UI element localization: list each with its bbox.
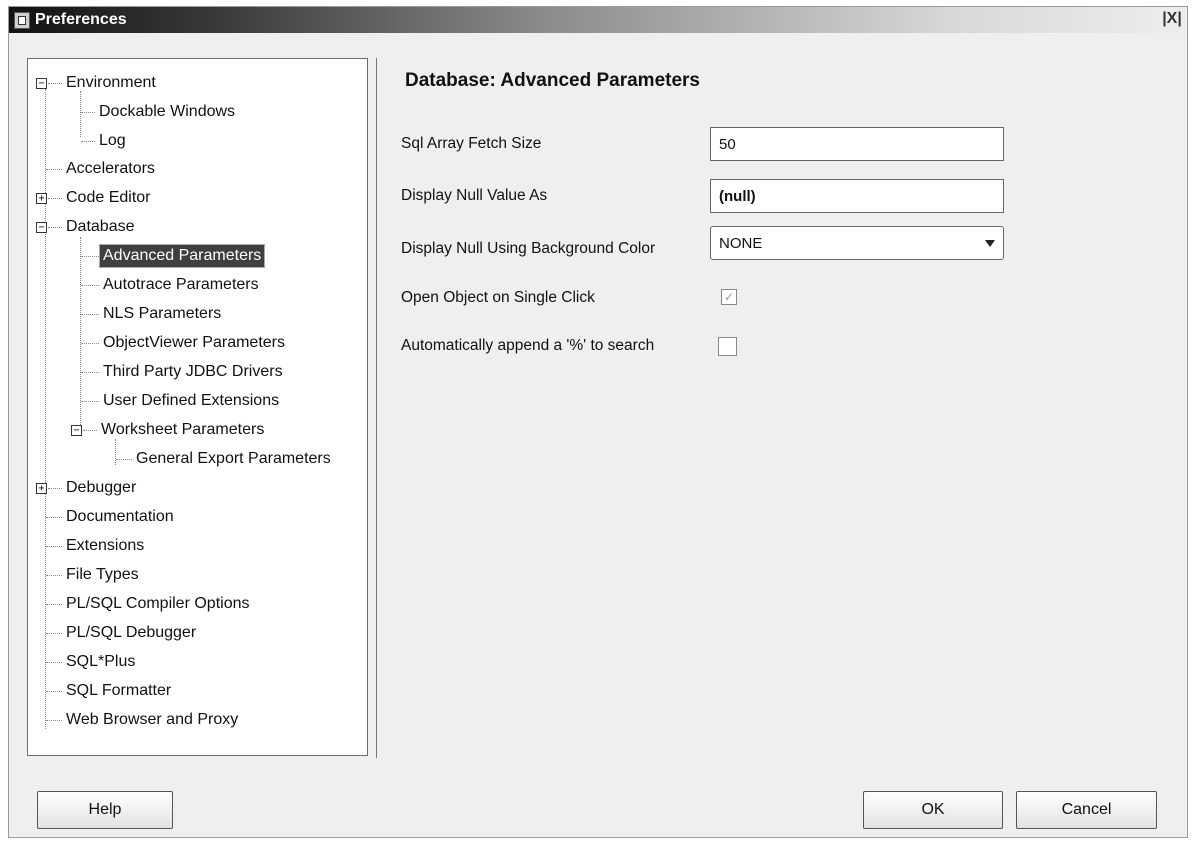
single-click-checkbox[interactable]: ✓ xyxy=(721,289,737,305)
tree-item-log[interactable]: Log xyxy=(28,130,129,152)
tree-item-label: File Types xyxy=(66,566,139,583)
tree-item-advanced-parameters[interactable]: Advanced Parameters xyxy=(28,244,266,268)
tree-item-web-browser-and-proxy[interactable]: Web Browser and Proxy xyxy=(28,709,241,731)
null-value-input[interactable]: (null) xyxy=(710,179,1004,213)
title-bar[interactable]: Preferences |X| xyxy=(9,7,1187,33)
tree-item-label: Database xyxy=(66,218,135,235)
collapse-icon[interactable]: − xyxy=(36,78,47,89)
tree-item-label: Autotrace Parameters xyxy=(103,276,259,293)
single-click-label: Open Object on Single Click xyxy=(401,289,595,306)
tree-item-nls-parameters[interactable]: NLS Parameters xyxy=(28,303,224,325)
tree-item-label: PL/SQL Debugger xyxy=(66,624,197,641)
tree-item-sql-formatter[interactable]: SQL Formatter xyxy=(28,680,174,702)
tree-item-documentation[interactable]: Documentation xyxy=(28,506,177,528)
tree-item-label: Advanced Parameters xyxy=(98,244,266,268)
close-button[interactable]: |X| xyxy=(1161,10,1183,28)
tree-item-debugger[interactable]: + Debugger xyxy=(28,477,139,499)
tree-item-dockable-windows[interactable]: Dockable Windows xyxy=(28,101,238,123)
tree-item-worksheet-parameters[interactable]: − Worksheet Parameters xyxy=(28,419,267,441)
append-percent-label: Automatically append a '%' to search xyxy=(401,337,655,354)
fetch-size-label: Sql Array Fetch Size xyxy=(401,135,542,152)
window-title: Preferences xyxy=(35,11,127,28)
tree-item-label: Extensions xyxy=(66,537,145,554)
tree-item-autotrace-parameters[interactable]: Autotrace Parameters xyxy=(28,274,262,296)
tree-item-label: General Export Parameters xyxy=(136,450,331,467)
tree-item-label: Worksheet Parameters xyxy=(101,421,265,438)
tree-item-label: ObjectViewer Parameters xyxy=(103,334,285,351)
tree-item-general-export-parameters[interactable]: General Export Parameters xyxy=(28,448,334,470)
tree-item-user-defined-extensions[interactable]: User Defined Extensions xyxy=(28,390,282,412)
tree-item-label: Environment xyxy=(66,74,156,91)
null-value-label: Display Null Value As xyxy=(401,187,548,204)
tree-item-accelerators[interactable]: Accelerators xyxy=(28,158,158,180)
dropdown-arrow-icon[interactable] xyxy=(985,240,995,247)
tree-item-label: Dockable Windows xyxy=(99,103,236,120)
tree-item-label: Accelerators xyxy=(66,160,155,177)
tree-item-database[interactable]: − Database xyxy=(28,216,138,238)
tree-item-objectviewer-parameters[interactable]: ObjectViewer Parameters xyxy=(28,332,288,354)
tree-item-label: User Defined Extensions xyxy=(103,392,280,409)
tree-item-extensions[interactable]: Extensions xyxy=(28,535,147,557)
tree-item-label: PL/SQL Compiler Options xyxy=(66,595,250,612)
collapse-icon[interactable]: − xyxy=(71,425,82,436)
tree-item-label: SQL Formatter xyxy=(66,682,172,699)
help-button[interactable]: Help xyxy=(37,791,173,829)
expand-icon[interactable]: + xyxy=(36,483,47,494)
tree-item-code-editor[interactable]: + Code Editor xyxy=(28,187,154,209)
tree-item-label: Web Browser and Proxy xyxy=(66,711,239,728)
null-color-value: NONE xyxy=(719,235,763,252)
tree-item-label: Documentation xyxy=(66,508,174,525)
app-icon xyxy=(14,12,30,29)
tree-item-label: SQL*Plus xyxy=(66,653,136,670)
cancel-button[interactable]: Cancel xyxy=(1016,791,1157,829)
preferences-tree[interactable]: − Environment Dockable Windows Log Accel… xyxy=(27,58,368,756)
tree-item-sqlplus[interactable]: SQL*Plus xyxy=(28,651,138,673)
tree-item-file-types[interactable]: File Types xyxy=(28,564,142,586)
null-color-select[interactable]: NONE xyxy=(710,226,1004,260)
tree-item-label: NLS Parameters xyxy=(103,305,222,322)
tree-item-label: Code Editor xyxy=(66,189,151,206)
tree-item-label: Third Party JDBC Drivers xyxy=(103,363,283,380)
null-color-label: Display Null Using Background Color xyxy=(401,240,656,257)
tree-item-environment[interactable]: − Environment xyxy=(28,72,159,94)
tree-item-plsql-debugger[interactable]: PL/SQL Debugger xyxy=(28,622,199,644)
tree-item-third-party-jdbc-drivers[interactable]: Third Party JDBC Drivers xyxy=(28,361,286,383)
tree-item-label: Log xyxy=(99,132,126,149)
append-percent-checkbox[interactable] xyxy=(718,337,737,356)
panel-title: Database: Advanced Parameters xyxy=(405,70,700,91)
panel-splitter[interactable] xyxy=(376,58,377,758)
expand-icon[interactable]: + xyxy=(36,193,47,204)
tree-item-plsql-compiler-options[interactable]: PL/SQL Compiler Options xyxy=(28,593,252,615)
ok-button[interactable]: OK xyxy=(863,791,1003,829)
tree-item-label: Debugger xyxy=(66,479,137,496)
fetch-size-input[interactable]: 50 xyxy=(710,127,1004,161)
collapse-icon[interactable]: − xyxy=(36,222,47,233)
